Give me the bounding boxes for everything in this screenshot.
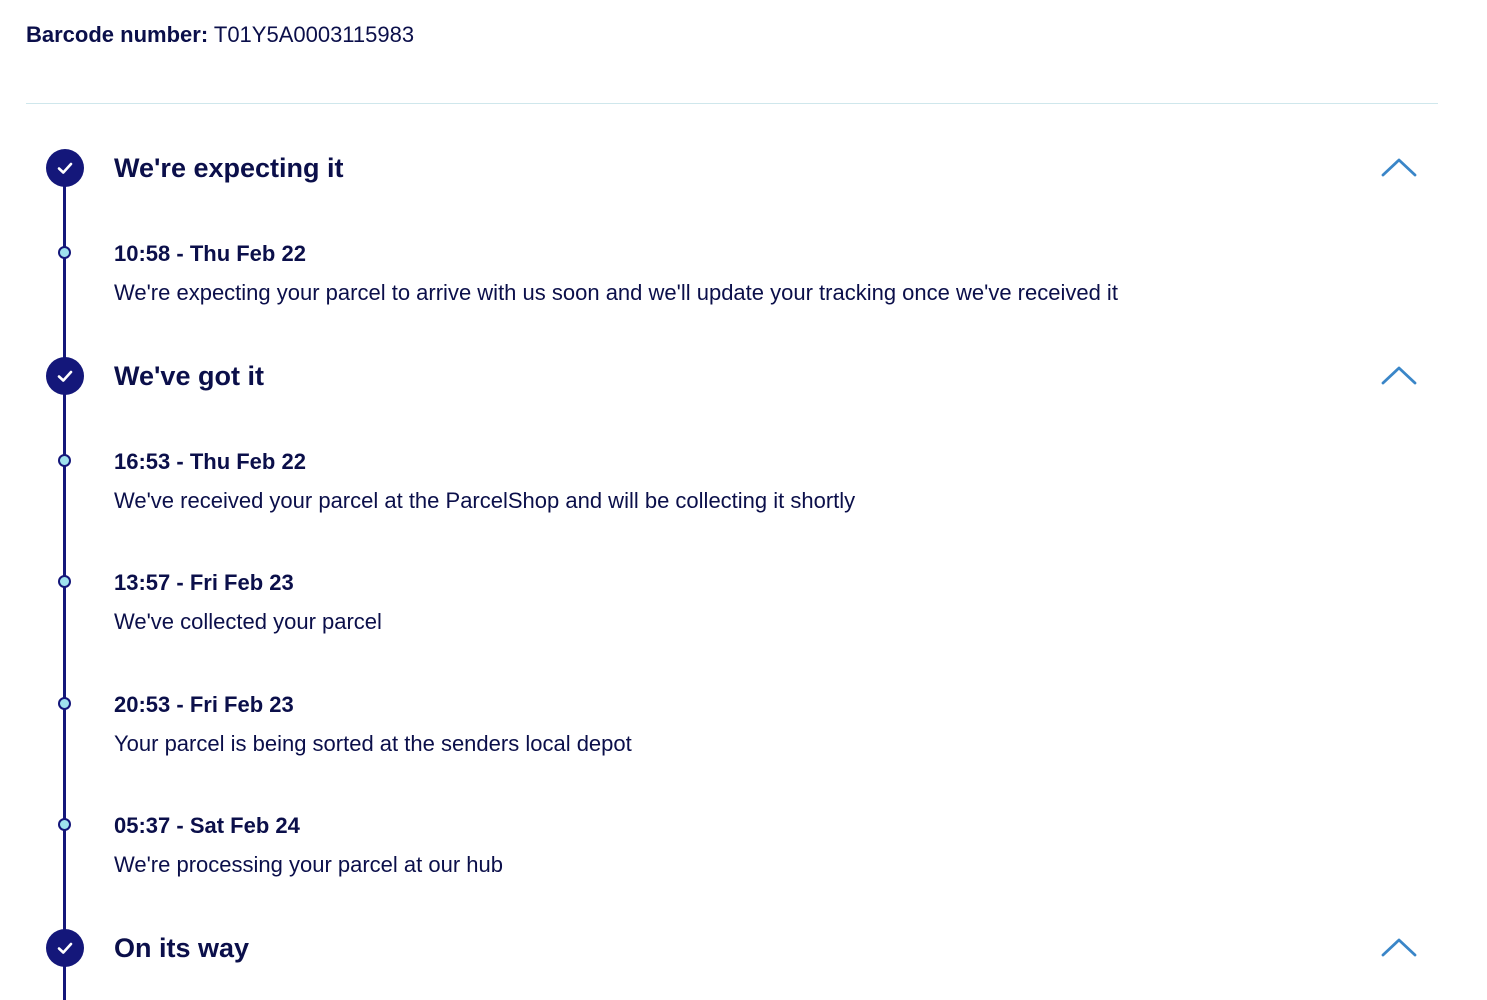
check-circle-icon	[46, 357, 84, 395]
event-description: We've collected your parcel	[114, 609, 382, 634]
timeline-dot-icon	[58, 818, 71, 831]
chevron-up-icon	[1381, 366, 1417, 385]
timeline-dot-icon	[58, 697, 71, 710]
stage-title: We're expecting it	[114, 153, 344, 183]
collapse-stage-button[interactable]	[1380, 155, 1418, 179]
timeline-dot-icon	[58, 454, 71, 467]
barcode-value: T01Y5A0003115983	[213, 22, 415, 47]
check-circle-icon	[46, 929, 84, 967]
check-circle-icon	[46, 149, 84, 187]
event-description: We've received your parcel at the Parcel…	[114, 488, 856, 513]
collapse-stage-button[interactable]	[1380, 935, 1418, 959]
event-time: 16:53 - Thu Feb 22	[114, 449, 306, 474]
event-time: 10:58 - Thu Feb 22	[114, 241, 306, 266]
collapse-stage-button[interactable]	[1380, 363, 1418, 387]
divider	[26, 103, 1438, 104]
barcode-line: Barcode number: T01Y5A0003115983	[26, 22, 414, 48]
timeline-dot-icon	[58, 246, 71, 259]
stage-title: On its way	[114, 933, 250, 963]
timeline-rail	[63, 186, 66, 1000]
chevron-up-icon	[1381, 938, 1417, 957]
event-description: We're processing your parcel at our hub	[114, 852, 503, 877]
timeline-dot-icon	[58, 575, 71, 588]
barcode-label: Barcode number:	[26, 22, 209, 47]
chevron-up-icon	[1381, 158, 1417, 177]
event-time: 05:37 - Sat Feb 24	[114, 813, 300, 838]
event-description: Your parcel is being sorted at the sende…	[114, 731, 632, 756]
event-description: We're expecting your parcel to arrive wi…	[114, 280, 1118, 305]
event-time: 20:53 - Fri Feb 23	[114, 692, 294, 717]
stage-title: We've got it	[114, 361, 264, 391]
event-time: 13:57 - Fri Feb 23	[114, 570, 294, 595]
